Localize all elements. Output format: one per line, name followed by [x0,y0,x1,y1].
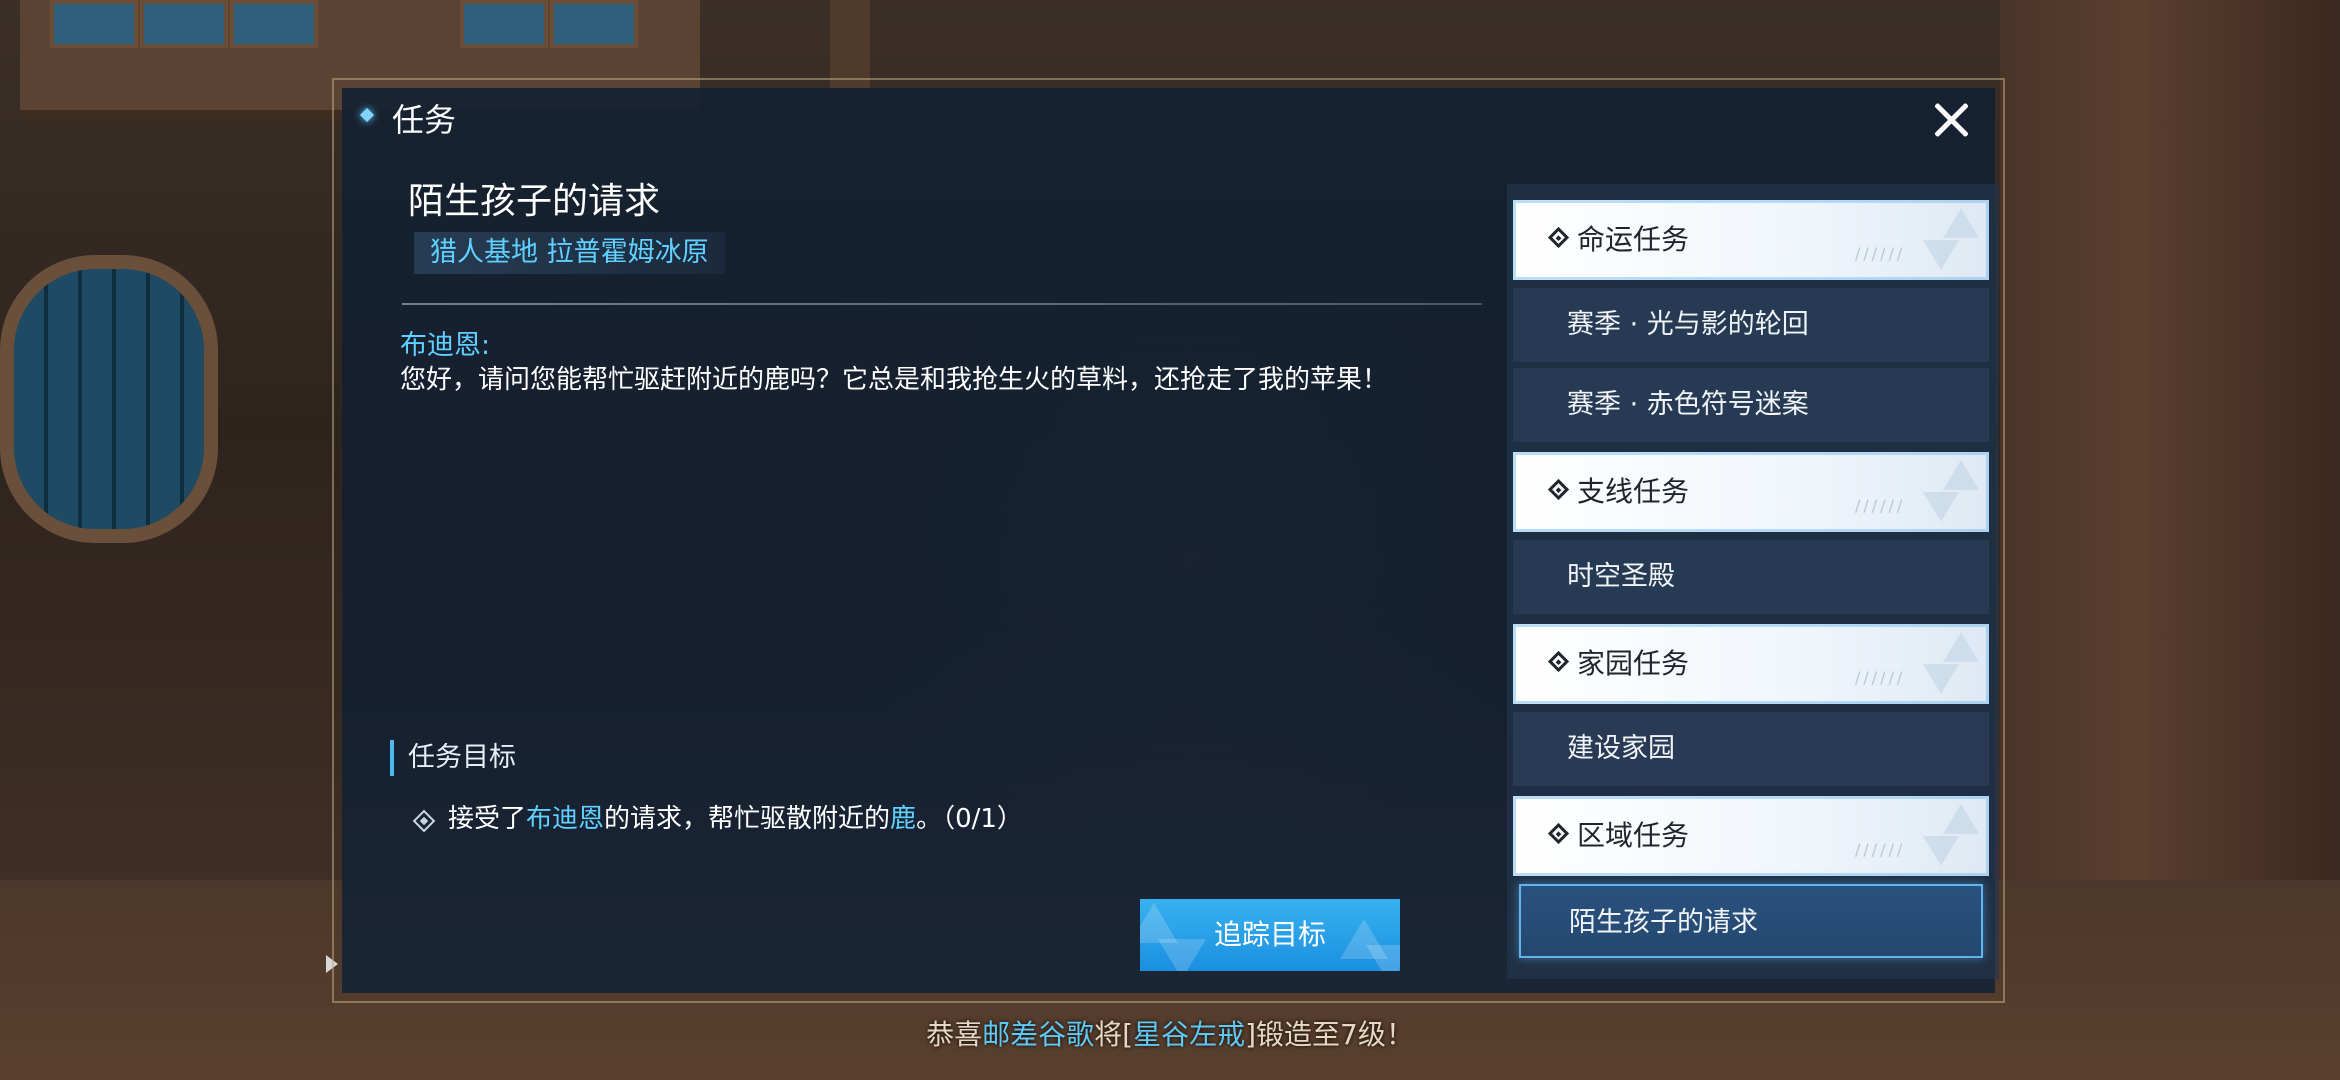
window-pane [230,0,318,48]
triangle-deco [1923,664,1959,694]
broadcast-text: 恭喜 [926,1018,983,1051]
broadcast-player-name: 邮差谷歌 [982,1018,1095,1051]
diamond-icon [1547,478,1570,501]
diamond-icon [1547,822,1570,845]
window-pane [140,0,228,48]
category-dashes: ////// [1855,668,1906,687]
triangle-deco [1923,492,1959,522]
window-pane [460,0,548,48]
quest-category-list: 命运任务 ////// 赛季 · 光与影的轮回 赛季 · 赤色符号迷案 支线任务… [1507,184,1999,979]
category-dashes: ////// [1855,244,1906,263]
broadcast-text: ]锻造至7级！ [1245,1018,1414,1051]
triangle-deco [1943,208,1979,238]
triangle-deco [1943,632,1979,662]
dialog-title: 任务 [392,101,457,139]
quest-item[interactable]: 建设家园 [1513,712,1989,786]
system-broadcast: 恭喜邮差谷歌将[星谷左戒]锻造至7级！ [0,1015,2340,1055]
category-header-side[interactable]: 支线任务 ////// [1513,452,1989,532]
divider [402,303,1482,305]
objective-npc-name: 布迪恩 [526,804,605,834]
objective-progress: 。（0/1） [916,804,1023,834]
category-label: 命运任务 [1577,223,1690,256]
porthole-window [0,255,218,543]
category-header-home[interactable]: 家园任务 ////// [1513,624,1989,704]
category-dashes: ////// [1855,496,1906,515]
npc-speaker-name: 布迪恩: [400,330,491,361]
category-label: 支线任务 [1577,475,1690,508]
quest-title: 陌生孩子的请求 [408,181,661,222]
objective-text-part: 的请求，帮忙驱散附近的 [604,804,891,834]
diamond-icon [359,107,375,123]
category-label: 区域任务 [1577,819,1690,852]
quest-item[interactable]: 赛季 · 赤色符号迷案 [1513,368,1989,442]
quest-location: 猎人基地 拉普霍姆冰原 [414,232,725,274]
objective-target-name: 鹿 [890,804,917,834]
track-target-label: 追踪目标 [1213,918,1326,951]
close-button[interactable] [1929,98,1973,142]
track-target-button[interactable]: 追踪目标 [1140,899,1400,971]
category-label: 家园任务 [1577,647,1690,680]
broadcast-item-name: 星谷左戒 [1133,1018,1246,1051]
quest-item[interactable]: 时空圣殿 [1513,540,1989,614]
dialog-title-bar: 任务 [342,88,1995,150]
triangle-deco [1943,460,1979,490]
quest-dialog: 任务 陌生孩子的请求 猎人基地 拉普霍姆冰原 布迪恩: 您好，请问您能帮忙驱赶附… [332,78,2005,1003]
triangle-deco [1923,240,1959,270]
objective-diamond-icon [412,809,436,833]
quest-item[interactable]: 赛季 · 光与影的轮回 [1513,288,1989,362]
triangle-deco [1943,804,1979,834]
quest-item-selected[interactable]: 陌生孩子的请求 [1519,884,1983,958]
category-header-destiny[interactable]: 命运任务 ////// [1513,200,1989,280]
button-deco [1140,903,1178,943]
objective-text-part: 接受了 [448,804,527,834]
npc-dialogue-text: 您好，请问您能帮忙驱赶附近的鹿吗？它总是和我抢生火的草料，还抢走了我的苹果！ [400,365,1389,395]
objective-header: 任务目标 [390,740,516,776]
objective-text: 接受了布迪恩的请求，帮忙驱散附近的鹿。（0/1） [448,800,1023,838]
button-deco [1366,945,1400,971]
category-dashes: ////// [1855,840,1906,859]
button-deco [1158,939,1206,971]
triangle-deco [1923,836,1959,866]
diamond-icon [1547,650,1570,673]
window-pane [50,0,138,48]
quest-dialog-body: 任务 陌生孩子的请求 猎人基地 拉普霍姆冰原 布迪恩: 您好，请问您能帮忙驱赶附… [342,88,1999,993]
diamond-icon [1547,226,1570,249]
window-pane [550,0,638,48]
wall-lamp [830,0,870,90]
category-header-region[interactable]: 区域任务 ////// [1513,796,1989,876]
broadcast-text: 将[ [1094,1018,1134,1051]
